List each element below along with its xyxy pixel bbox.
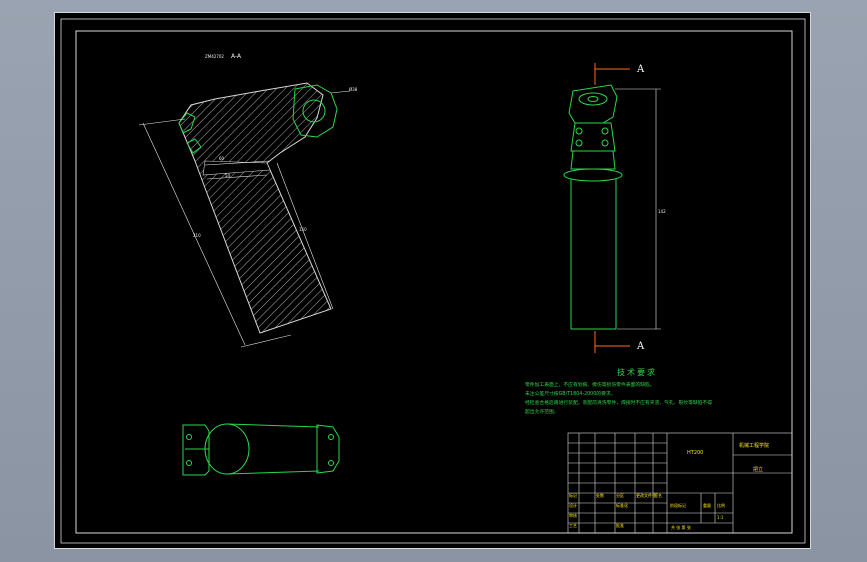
tb-stage-label: 阶段标记 <box>670 502 686 508</box>
tb-material: HT200 <box>687 450 703 456</box>
section-marker-bottom <box>594 331 630 353</box>
tb-row-approve: 批准 <box>616 522 624 528</box>
tech-line-4: 超出允许范围。 <box>525 408 559 415</box>
dim-right-length-label: 150 <box>299 227 307 232</box>
tb-ratio-label: 比例 <box>717 502 725 508</box>
tb-weight-label: 重量 <box>703 502 711 508</box>
cad-viewport[interactable]: ZM42702 A-A Ø38 60 54 210 150 A A 142 技术… <box>54 12 811 549</box>
section-title: A-A <box>231 53 242 60</box>
marker-a-top: A <box>636 64 645 75</box>
dim-left-length-label: 210 <box>193 233 201 238</box>
tb-row-standard: 标准化 <box>616 502 628 508</box>
tb-scale: 1:1 <box>717 515 724 520</box>
tb-label-mark: 标记 <box>569 492 577 498</box>
front-clamp-head <box>563 84 623 182</box>
tb-school: 机械工程学院 <box>739 442 769 449</box>
tb-label-zone: 分区 <box>616 492 624 498</box>
marker-a-bottom: A <box>636 341 645 352</box>
tb-label-docno: 更改文件号 <box>636 492 656 498</box>
tb-row-process: 工艺 <box>569 523 577 528</box>
tech-line-2: 未注公差尺寸按GB/T1804-2000的要求。 <box>525 390 615 397</box>
tech-line-1: 零件加工表面上，不应有划痕、擦伤等损伤零件表面的缺陷。 <box>525 381 655 388</box>
technical-requirements: 技术要求 零件加工表面上，不应有划痕、擦伤等损伤零件表面的缺陷。 未注公差尺寸按… <box>525 367 712 415</box>
dim-b-label: 54 <box>225 173 231 178</box>
dim-a-label: 60 <box>219 156 225 161</box>
tb-sheet-row: 共 张 第 张 <box>671 524 691 530</box>
section-view-a-a[interactable]: ZM42702 A-A Ø38 60 54 210 150 <box>138 53 358 348</box>
tb-part-name: 把立 <box>753 466 763 473</box>
tech-title: 技术要求 <box>617 367 657 377</box>
section-marker-top <box>594 63 630 85</box>
section-note: ZM42702 <box>205 54 224 59</box>
tb-label-sign: 签名 <box>654 492 662 498</box>
drawing-canvas[interactable]: ZM42702 A-A Ø38 60 54 210 150 A A 142 技术… <box>55 13 812 550</box>
tb-label-count: 处数 <box>596 492 604 498</box>
dim-height-label: 142 <box>658 209 666 214</box>
sheet-outer-frame <box>60 18 806 544</box>
front-steerer-tube <box>570 179 617 330</box>
tech-line-3: 经检查合格后再进行装配，装配前清洗零件，焊接时不应有夹渣、气孔、裂纹等缺陷不得 <box>525 399 712 406</box>
top-view <box>182 423 340 476</box>
tb-row-design: 设计 <box>569 502 577 508</box>
front-dimension-lines <box>615 88 661 330</box>
front-view[interactable]: A A 142 <box>563 63 666 353</box>
dim-diameter-label: Ø38 <box>349 87 358 92</box>
tb-row-review: 审核 <box>569 512 577 518</box>
